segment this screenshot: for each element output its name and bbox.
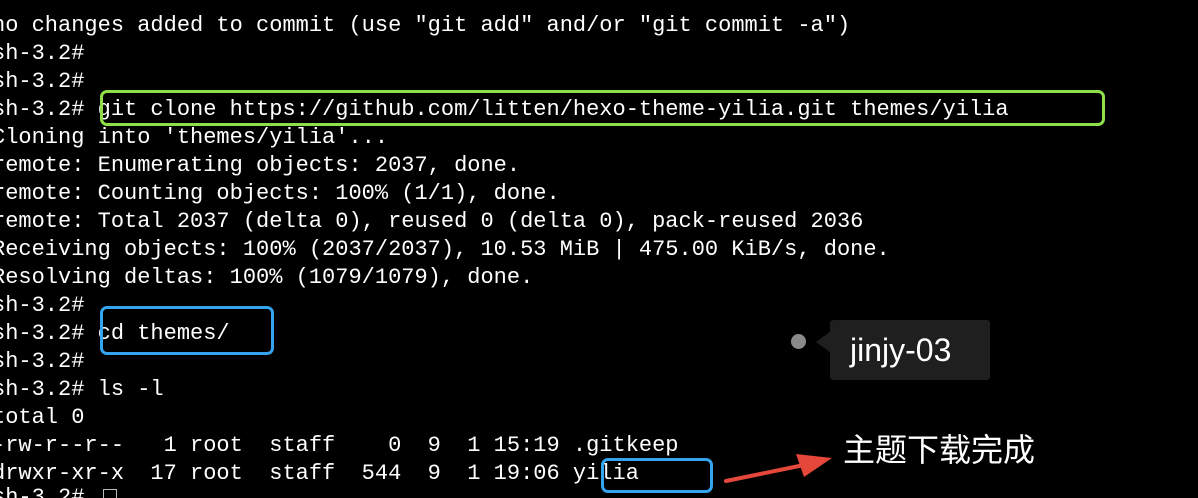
- terminal-window[interactable]: no changes added to commit (use "git add…: [0, 0, 1198, 498]
- terminal-line: Cloning into 'themes/yilia'...: [0, 125, 389, 150]
- terminal-line: no changes added to commit (use "git add…: [0, 13, 851, 38]
- terminal-line: -rw-r--r-- 1 root staff 0 9 1 15:19 .git…: [0, 433, 679, 458]
- download-complete-annotation: 主题下载完成: [843, 431, 1036, 469]
- terminal-line: sh-3.2#: [0, 349, 85, 374]
- terminal-line: sh-3.2# ls -l: [0, 377, 164, 402]
- tooltip-pointer: [816, 331, 831, 353]
- text-cursor: [103, 489, 117, 498]
- tooltip-dot-icon: [791, 334, 806, 349]
- terminal-line: sh-3.2#: [0, 41, 85, 66]
- terminal-line: sh-3.2#: [0, 293, 85, 318]
- terminal-line: total 0: [0, 405, 85, 430]
- annotation-arrow-icon: [724, 454, 832, 483]
- terminal-prompt-line[interactable]: sh-3.2#: [0, 484, 98, 498]
- user-tooltip: jinjy-03: [830, 320, 990, 380]
- terminal-line: remote: Counting objects: 100% (1/1), do…: [0, 181, 560, 206]
- cd-command-highlight-box: [100, 306, 274, 355]
- terminal-line: Resolving deltas: 100% (1079/1079), done…: [0, 265, 534, 290]
- terminal-line: remote: Enumerating objects: 2037, done.: [0, 153, 521, 178]
- terminal-line: sh-3.2#: [0, 69, 85, 94]
- git-clone-highlight-box: [100, 90, 1105, 126]
- terminal-line: Receiving objects: 100% (2037/2037), 10.…: [0, 237, 890, 262]
- yilia-folder-highlight-box: [601, 458, 713, 493]
- terminal-line: remote: Total 2037 (delta 0), reused 0 (…: [0, 209, 864, 234]
